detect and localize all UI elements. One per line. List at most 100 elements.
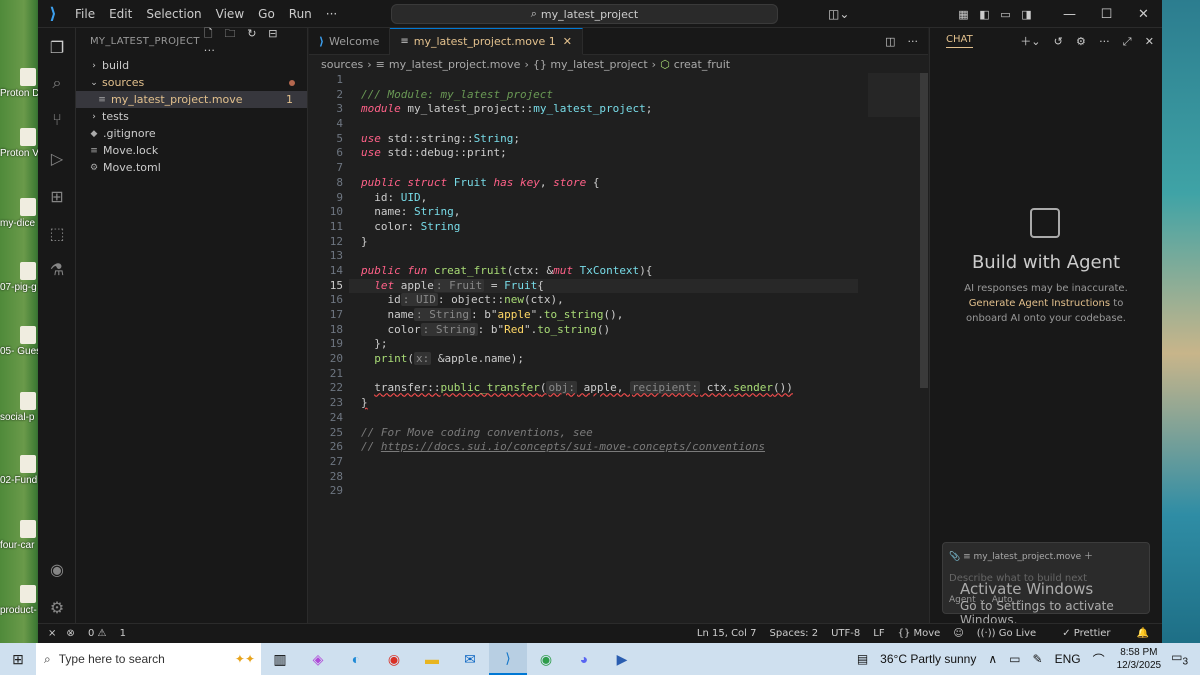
menu-item[interactable]: Selection [146,7,201,21]
menu-item[interactable]: View [216,7,244,21]
desktop-shortcut[interactable]: Proton V [0,128,38,159]
file-explorer-icon[interactable]: ▬ [413,643,451,675]
battery-icon[interactable]: ▭ [1009,652,1020,666]
weather-icon[interactable]: ▤ [857,652,868,666]
code-line[interactable]: 13 [309,249,858,264]
code-line[interactable]: 25 // For Move coding conventions, see [309,426,858,441]
cursor-position[interactable]: Ln 15, Col 7 [697,628,757,639]
toggle-panel-icon[interactable]: ▭ [995,8,1016,21]
code-line[interactable]: 22 transfer::public_transfer(obj: apple,… [309,381,858,396]
code-line[interactable]: 6 use std::debug::print; [309,146,858,161]
problems-indicator[interactable]: ⊗ 0 ⚠ 1 [66,628,126,639]
clock[interactable]: 8:58 PM 12/3/2025 [1117,646,1162,672]
go-live-button[interactable]: ((·)) Go Live [977,628,1049,639]
breadcrumb-item[interactable]: creat_fruit [674,58,730,71]
attached-file-chip[interactable]: 📎 ≡ my_latest_project.move ＋ [949,549,1093,562]
copilot-icon[interactable]: ◫⌄ [828,7,849,21]
generate-instructions-link[interactable]: Generate Agent Instructions [969,298,1110,309]
task-view-icon[interactable]: ▥ [261,643,299,675]
chrome-profile-icon[interactable]: ◉ [527,643,565,675]
menu-item[interactable]: Edit [109,7,132,21]
language-mode[interactable]: {} Move [898,628,941,639]
close-panel-icon[interactable]: ✕ [1145,35,1154,48]
toggle-secondary-sidebar-icon[interactable]: ◨ [1016,8,1037,21]
close-window-button[interactable]: ✕ [1125,7,1162,22]
split-editor-icon[interactable]: ◫ [885,35,895,48]
vscode-taskbar-icon[interactable]: ⟩ [489,643,527,675]
notifications-bell-icon[interactable]: 🔔 [1137,628,1149,639]
tree-file-gitignore[interactable]: ◆ .gitignore [76,125,307,142]
maximize-panel-icon[interactable]: ⤢ [1123,35,1132,48]
new-file-icon[interactable]: 🗋 [204,27,213,40]
history-icon[interactable]: ↺ [1054,35,1063,48]
account-icon[interactable]: ◉ [44,556,70,582]
code-line[interactable]: 18 color: String: b"Red".to_string() [309,322,858,338]
run-debug-icon[interactable]: ▷ [44,145,70,171]
code-line[interactable]: 10 name: String, [309,205,858,220]
weather-text[interactable]: 36°C Partly sunny [880,652,976,666]
code-line[interactable]: 1 [309,73,858,88]
minimap[interactable] [868,73,926,117]
notification-center-icon[interactable]: ▭3 [1171,650,1188,667]
refresh-icon[interactable]: ↻ [247,27,257,40]
code-line[interactable]: 15 let apple: Fruit = Fruit{ [309,278,858,294]
desktop-shortcut[interactable]: 05- Gues number- [0,326,38,357]
code-line[interactable]: 16 id: UID: object::new(ctx), [309,293,858,308]
code-line[interactable]: 4 [309,117,858,132]
testing-icon[interactable]: ⚗ [44,256,70,282]
new-folder-icon[interactable]: 🗀 [224,27,235,40]
more-actions-icon[interactable]: ··· [908,35,919,48]
start-button[interactable]: ⊞ [0,643,36,675]
code-line[interactable]: 5 use std::string::String; [309,132,858,147]
copilot-app-icon[interactable]: ◈ [299,643,337,675]
discord-icon[interactable]: ◕ [565,643,603,675]
code-line[interactable]: 2 /// Module: my_latest_project [309,88,858,103]
desktop-shortcut[interactable]: product- [0,585,38,616]
network-icon[interactable]: ⌒ [1093,651,1105,668]
desktop-shortcut[interactable]: social-p [0,392,38,423]
code-line[interactable]: 7 [309,161,858,176]
tree-folder-tests[interactable]: › tests [76,108,307,125]
maximize-button[interactable]: ☐ [1088,7,1125,22]
edge-browser-icon[interactable]: ◐ [337,643,375,675]
desktop-shortcut[interactable]: 02-Fund [0,455,38,486]
desktop-shortcut[interactable]: my-dice [0,198,38,229]
manage-gear-icon[interactable]: ⚙ [44,594,70,620]
code-line[interactable]: 29 [309,484,858,499]
toggle-sidebar-icon[interactable]: ◧ [974,8,995,21]
minimize-button[interactable]: — [1051,7,1088,22]
code-line[interactable]: 3 module my_latest_project::my_latest_pro… [309,102,858,117]
breadcrumb-item[interactable]: sources [321,58,363,71]
code-line[interactable]: 11 color: String [309,220,858,235]
paperclip-icon[interactable]: 📎 [949,552,960,562]
search-view-icon[interactable]: ⌕ [44,70,70,96]
tab-welcome[interactable]: ⟩ Welcome [309,28,391,55]
source-control-icon[interactable]: ⑂ [44,106,70,132]
menu-item[interactable]: Run [289,7,312,21]
collapse-all-icon[interactable]: ⊟ [268,27,278,40]
more-actions-icon[interactable]: ··· [204,44,215,57]
tree-file-move-lock[interactable]: ≡ Move.lock [76,142,307,159]
chat-title[interactable]: CHAT [946,34,973,48]
remote-icon[interactable]: ⨯ [48,628,56,639]
indentation[interactable]: Spaces: 2 [770,628,819,639]
menu-item[interactable]: File [75,7,95,21]
close-tab-icon[interactable]: ✕ [563,35,572,48]
tray-overflow-icon[interactable]: ∧ [988,652,997,666]
code-line[interactable]: 9 id: UID, [309,191,858,206]
language-indicator[interactable]: ENG [1055,652,1081,666]
code-editor[interactable]: 1 2 /// Module: my_latest_project 3 module m… [309,73,858,623]
code-line[interactable]: 12} [309,235,858,250]
tree-folder-build[interactable]: › build [76,57,307,74]
code-line[interactable]: 23} [309,396,858,411]
breadcrumb-item[interactable]: my_latest_project.move [389,58,521,71]
extensions-icon[interactable]: ⊞ [44,183,70,209]
copilot-status-icon[interactable]: ☺ [953,628,963,639]
desktop-shortcut[interactable]: Proton D [0,68,38,99]
code-line[interactable]: 21 [309,367,858,382]
breadcrumb-item[interactable]: {} my_latest_project [533,58,648,71]
tree-file-my-latest-project-move[interactable]: ≡ my_latest_project.move 1 [76,91,307,108]
code-line[interactable]: 28 [309,470,858,485]
menu-item[interactable]: ··· [326,7,337,21]
vertical-scrollbar[interactable] [920,73,928,388]
